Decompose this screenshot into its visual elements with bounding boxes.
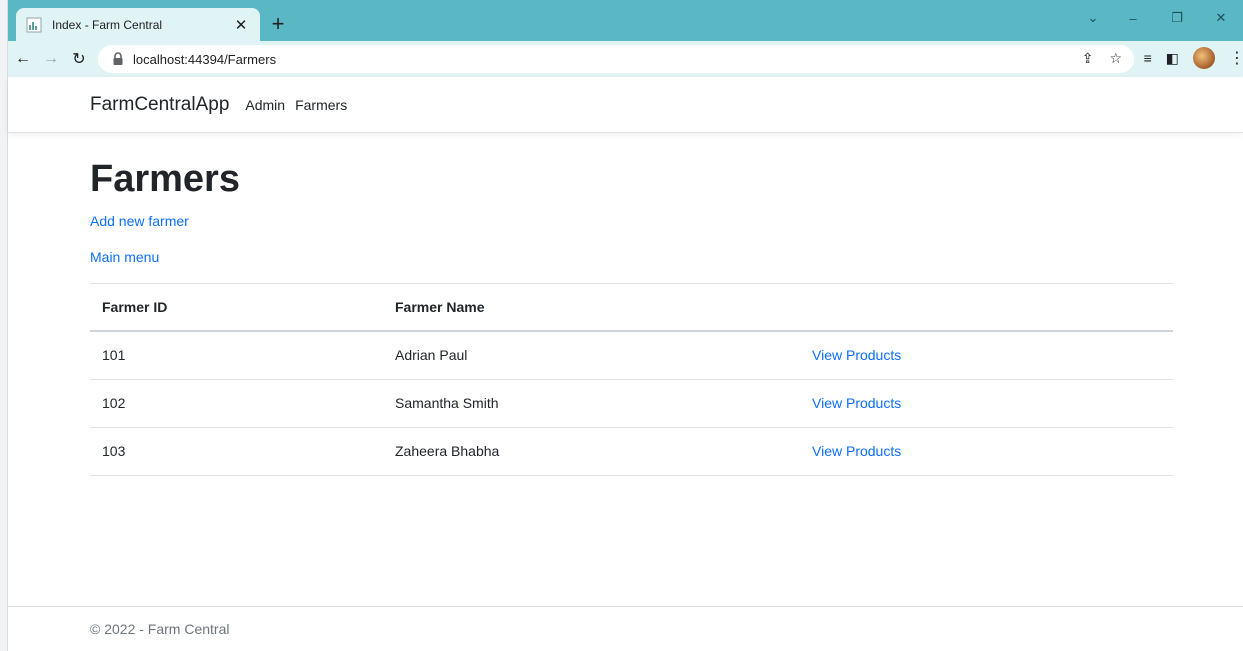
url-text: localhost:44394/Farmers	[133, 51, 277, 67]
more-menu-icon[interactable]: ⋮	[1229, 48, 1243, 68]
browser-toolbar: ← → ↻ localhost:44394/Farmers ⇪ ☆ ≡ ◧ ⋮	[8, 41, 1243, 77]
browser-chrome: Index - Farm Central ✕ + ⌄ – ❐ ✕ ← → ↻ l…	[8, 0, 1243, 77]
profile-avatar[interactable]	[1193, 47, 1215, 69]
view-products-link[interactable]: View Products	[812, 443, 901, 459]
header-actions	[800, 282, 1173, 333]
extensions-area: ≡ ◧ ⋮	[1144, 47, 1243, 69]
browser-tab[interactable]: Index - Farm Central ✕	[16, 8, 260, 41]
tab-strip: Index - Farm Central ✕ + ⌄ – ❐ ✕	[8, 0, 1243, 41]
farmer-id-cell: 101	[90, 331, 383, 380]
table-row: 101 Adrian Paul View Products	[90, 331, 1173, 380]
actions-cell: View Products	[800, 331, 1173, 380]
view-products-link[interactable]: View Products	[812, 347, 901, 363]
web-page: FarmCentralApp Admin Farmers Farmers Add…	[8, 77, 1243, 651]
table-row: 103 Zaheera Bhabha View Products	[90, 427, 1173, 476]
address-bar[interactable]: localhost:44394/Farmers ⇪ ☆	[98, 45, 1134, 73]
table-header-row: Farmer ID Farmer Name	[90, 282, 1173, 333]
minimize-icon[interactable]: –	[1111, 0, 1155, 36]
actions-cell: View Products	[800, 427, 1173, 476]
reading-list-icon[interactable]: ≡	[1144, 50, 1152, 66]
nav-link-admin[interactable]: Admin	[245, 97, 285, 113]
farmer-name-cell: Adrian Paul	[383, 331, 800, 380]
side-panel-icon[interactable]: ◧	[1166, 50, 1179, 67]
tab-search-icon[interactable]: ⌄	[1075, 0, 1111, 36]
page-title: Farmers	[90, 158, 240, 200]
site-footer: © 2022 - Farm Central	[8, 606, 1243, 651]
reload-icon[interactable]: ↻	[66, 46, 92, 72]
page-favicon-icon	[26, 17, 42, 33]
nav-link-farmers[interactable]: Farmers	[295, 97, 347, 113]
main-content: Farmers Add new farmer Main menu Farmer …	[90, 133, 1173, 476]
add-new-farmer-link[interactable]: Add new farmer	[90, 213, 189, 229]
site-navbar: FarmCentralApp Admin Farmers	[8, 77, 1243, 133]
actions-cell: View Products	[800, 379, 1173, 428]
lock-icon	[112, 52, 124, 66]
window-close-icon[interactable]: ✕	[1199, 0, 1243, 36]
farmers-table: Farmer ID Farmer Name 101 Adrian Paul Vi…	[90, 282, 1173, 476]
new-tab-button[interactable]: +	[266, 12, 290, 36]
omnibox-actions: ⇪ ☆	[1082, 50, 1122, 67]
header-farmer-id: Farmer ID	[90, 282, 383, 333]
tab-title: Index - Farm Central	[52, 17, 163, 32]
window-controls: ⌄ – ❐ ✕	[1075, 0, 1243, 36]
share-icon[interactable]: ⇪	[1082, 50, 1094, 67]
main-menu-link[interactable]: Main menu	[90, 249, 159, 265]
farmer-id-cell: 103	[90, 427, 383, 476]
header-farmer-name: Farmer Name	[383, 282, 800, 333]
footer-text: © 2022 - Farm Central	[90, 621, 230, 637]
table-row: 102 Samantha Smith View Products	[90, 379, 1173, 428]
farmer-name-cell: Samantha Smith	[383, 379, 800, 428]
farmer-id-cell: 102	[90, 379, 383, 428]
brand-link[interactable]: FarmCentralApp	[90, 94, 229, 116]
tab-close-icon[interactable]: ✕	[232, 16, 250, 34]
restore-icon[interactable]: ❐	[1155, 0, 1199, 36]
bookmark-star-icon[interactable]: ☆	[1109, 50, 1122, 67]
back-arrow-icon[interactable]: ←	[10, 46, 36, 72]
forward-arrow-icon[interactable]: →	[38, 46, 64, 72]
window-edge	[0, 0, 8, 651]
view-products-link[interactable]: View Products	[812, 395, 901, 411]
farmer-name-cell: Zaheera Bhabha	[383, 427, 800, 476]
